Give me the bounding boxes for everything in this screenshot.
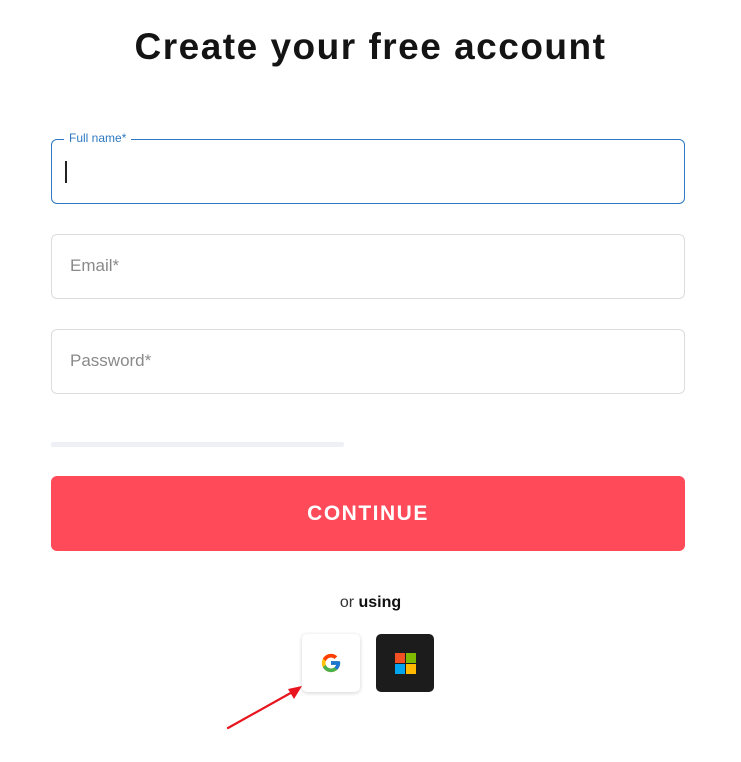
text-caret	[65, 161, 67, 183]
google-icon	[321, 653, 341, 673]
annotation-arrow-icon	[226, 686, 302, 730]
password-strength-bar	[51, 442, 344, 447]
or-using-text: or using	[0, 594, 741, 612]
email-placeholder: Email*	[70, 256, 120, 275]
password-placeholder: Password*	[70, 351, 152, 370]
full-name-field[interactable]: Full name*	[51, 131, 685, 204]
microsoft-signin-button[interactable]	[376, 634, 434, 692]
page-title: Create your free account	[134, 26, 607, 67]
using-label: using	[358, 594, 402, 611]
continue-button[interactable]: CONTINUE	[51, 476, 685, 551]
password-field[interactable]: Password*	[51, 329, 685, 394]
email-field[interactable]: Email*	[51, 234, 685, 299]
full-name-label: Full name*	[64, 131, 132, 145]
signup-page: Create your free account Full name* Emai…	[0, 0, 741, 762]
microsoft-icon	[394, 652, 416, 674]
or-label: or	[339, 594, 355, 611]
